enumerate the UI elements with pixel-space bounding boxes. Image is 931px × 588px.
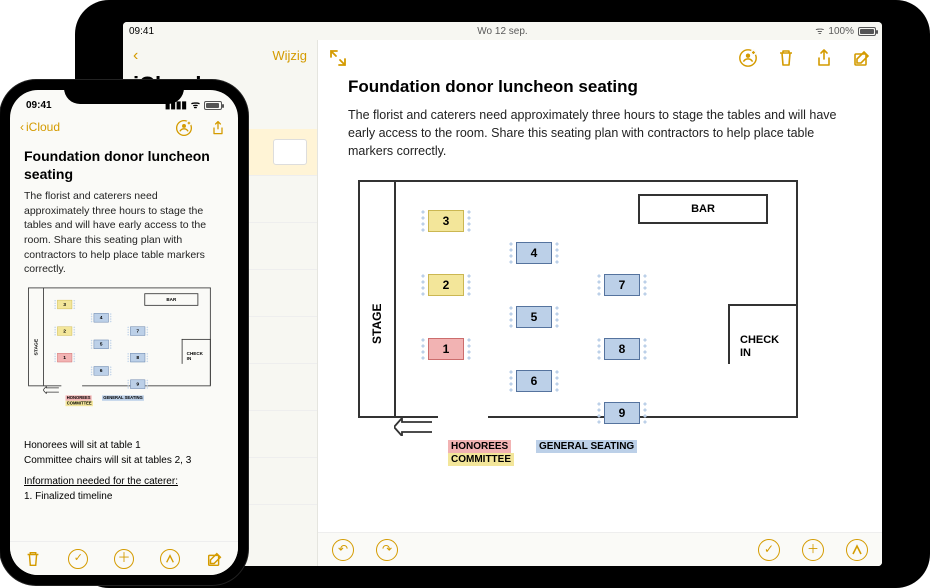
stage-label: STAGE <box>370 304 386 344</box>
table-2: 2 <box>428 274 464 296</box>
share-icon[interactable] <box>814 48 834 68</box>
bar-label: BAR <box>638 194 768 224</box>
status-time: 09:41 <box>129 25 154 38</box>
add-icon[interactable]: ＋ <box>114 549 134 569</box>
iphone-status-bar: 09:41 ▮▮▮▮ ᯤ <box>10 90 238 114</box>
ipad-status-bar: 09:41 Wo 12 sep. ᯤ 100% <box>123 22 882 40</box>
markup-icon[interactable] <box>160 549 180 569</box>
legend: HONOREES COMMITTEE GENERAL SEATING <box>448 440 637 466</box>
note-content[interactable]: Foundation donor luncheon seating The fl… <box>318 76 882 566</box>
iphone-note-content[interactable]: Foundation donor luncheon seating The fl… <box>10 142 238 541</box>
compose-icon[interactable] <box>205 549 225 569</box>
add-icon[interactable]: ＋ <box>802 539 824 561</box>
chevron-left-icon: ‹ <box>20 120 24 136</box>
checklist-icon[interactable]: ✓ <box>758 539 780 561</box>
note-title: Foundation donor luncheon seating <box>348 76 852 98</box>
entrance-arrow-icon <box>394 418 434 436</box>
seating-sketch: BAR 3 2 1 4 5 6 7 8 9 STAGE CHECKIN HONO… <box>24 285 224 430</box>
status-time: 09:41 <box>26 99 52 112</box>
legend-general: GENERAL SEATING <box>536 440 637 453</box>
note-body-text: The florist and caterers need approximat… <box>24 189 224 277</box>
trash-icon[interactable] <box>23 549 43 569</box>
share-icon[interactable] <box>208 118 228 138</box>
note-thumbnail <box>273 139 307 165</box>
expand-icon[interactable] <box>328 48 348 68</box>
legend-honorees: HONOREES <box>448 440 511 453</box>
iphone-bottom-toolbar: ✓ ＋ <box>10 541 238 575</box>
back-button[interactable]: ‹ iCloud <box>20 120 60 136</box>
battery-icon <box>858 27 876 36</box>
note-body-text: The florist and caterers need approximat… <box>348 106 852 160</box>
redo-icon[interactable]: ↷ <box>376 539 398 561</box>
note-detail-pane: Foundation donor luncheon seating The fl… <box>318 40 882 566</box>
table-3: 3 <box>428 210 464 232</box>
note-additional-text: Honorees will sit at table 1 Committee c… <box>24 438 224 504</box>
table-6: 6 <box>516 370 552 392</box>
note-title: Foundation donor luncheon seating <box>24 148 224 183</box>
compose-icon[interactable] <box>852 48 872 68</box>
edit-button[interactable]: Wijzig <box>272 48 307 65</box>
battery-percent: 100% <box>828 25 854 38</box>
table-1: 1 <box>428 338 464 360</box>
add-person-icon[interactable] <box>174 118 194 138</box>
trash-icon[interactable] <box>776 48 796 68</box>
table-7: 7 <box>604 274 640 296</box>
legend-committee: COMMITTEE <box>448 453 514 466</box>
checklist-icon[interactable]: ✓ <box>68 549 88 569</box>
checkin-label: CHECKIN <box>740 334 779 358</box>
battery-icon <box>204 101 222 110</box>
seating-sketch: BAR 3 2 1 4 5 6 7 8 9 STAGE CHECKIN <box>348 174 828 464</box>
table-4: 4 <box>516 242 552 264</box>
iphone-device: 09:41 ▮▮▮▮ ᯤ ‹ iCloud Foundation <box>0 80 248 585</box>
note-bottom-toolbar: ↶ ↷ ✓ ＋ <box>318 532 882 566</box>
back-icon[interactable]: ‹ <box>133 46 138 67</box>
note-toolbar <box>318 40 882 76</box>
signal-icon: ▮▮▮▮ <box>165 99 187 112</box>
undo-icon[interactable]: ↶ <box>332 539 354 561</box>
wifi-icon: ᯤ <box>191 99 200 112</box>
table-9: 9 <box>604 402 640 424</box>
status-date: Wo 12 sep. <box>477 25 527 38</box>
wifi-icon: ᯤ <box>815 25 824 38</box>
markup-icon[interactable] <box>846 539 868 561</box>
iphone-screen: 09:41 ▮▮▮▮ ᯤ ‹ iCloud Foundation <box>10 90 238 575</box>
iphone-nav-bar: ‹ iCloud <box>10 114 238 142</box>
table-8: 8 <box>604 338 640 360</box>
add-person-icon[interactable] <box>738 48 758 68</box>
table-5: 5 <box>516 306 552 328</box>
